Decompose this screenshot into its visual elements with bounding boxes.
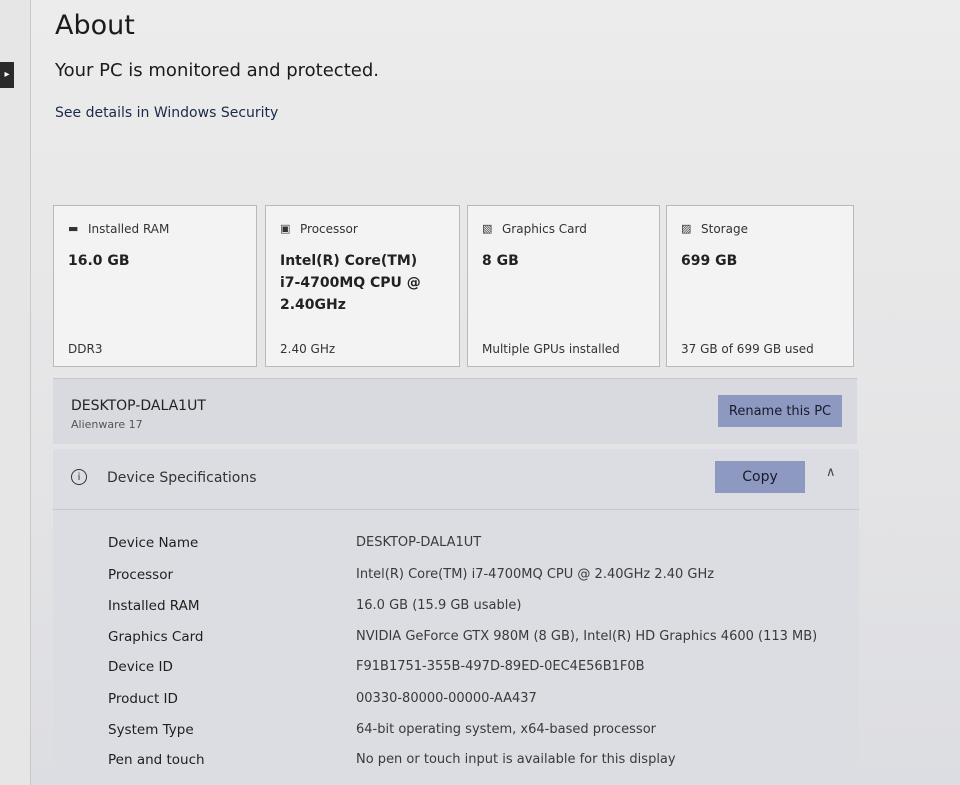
device-specifications-title: Device Specifications [107,470,257,486]
spec-value: No pen or touch input is available for t… [356,752,676,767]
spec-label: System Type [108,722,194,738]
card-value: 16.0 GB [68,253,130,269]
card-header: ▬ Installed RAM [68,222,169,236]
spec-value: NVIDIA GeForce GTX 980M (8 GB), Intel(R)… [356,629,818,644]
left-nav-edge [0,0,31,785]
page-title: About [55,10,135,41]
pc-name: DESKTOP-DALA1UT [71,398,206,414]
spec-label: Processor [108,567,174,583]
spec-label: Installed RAM [108,598,200,614]
card-foot: 2.40 GHz [280,342,336,356]
device-specifications-panel: i Device Specifications Copy ∧ Device Na… [53,449,859,785]
device-specifications-header[interactable]: i Device Specifications Copy ∧ [53,449,859,510]
protection-status: Your PC is monitored and protected. [55,60,379,81]
spec-label: Device ID [108,659,173,675]
spec-label: Pen and touch [108,752,205,768]
spec-value: DESKTOP-DALA1UT [356,535,482,550]
spec-label: Product ID [108,691,178,707]
spec-value: 00330-80000-00000-AA437 [356,691,537,706]
card-header: ▣ Processor [280,222,358,236]
spec-row-graphics-card: Graphics Card NVIDIA GeForce GTX 980M (8… [53,629,859,659]
info-icon: i [71,469,87,485]
graphics-card-icon: ▧ [482,222,493,235]
pc-name-panel: DESKTOP-DALA1UT Alienware 17 Rename this… [53,378,857,444]
copy-button[interactable]: Copy [715,461,805,493]
card-installed-ram: ▬ Installed RAM 16.0 GB DDR3 [53,205,257,367]
spec-label: Device Name [108,535,199,551]
spec-value: 16.0 GB (15.9 GB usable) [356,598,522,613]
spec-row-system-type: System Type 64-bit operating system, x64… [53,722,859,752]
card-foot: 37 GB of 699 GB used [681,342,814,356]
processor-icon: ▣ [280,222,291,235]
spec-row-processor: Processor Intel(R) Core(TM) i7-4700MQ CP… [53,567,859,597]
card-value: 8 GB [482,253,519,269]
card-value: Intel(R) Core(TM) i7-4700MQ CPU @ 2.40GH… [280,253,421,313]
card-foot: DDR3 [68,342,103,356]
chevron-up-icon[interactable]: ∧ [826,465,836,480]
card-label: Installed RAM [88,222,170,236]
card-label: Storage [701,222,748,236]
storage-icon: ▨ [681,222,692,235]
pc-model: Alienware 17 [71,418,143,431]
spec-row-installed-ram: Installed RAM 16.0 GB (15.9 GB usable) [53,598,859,628]
card-label: Processor [300,222,358,236]
card-header: ▧ Graphics Card [482,222,587,236]
card-header: ▨ Storage [681,222,748,236]
nav-expand-icon[interactable]: ▸ [0,62,14,88]
card-foot: Multiple GPUs installed [482,342,620,356]
spec-row-device-id: Device ID F91B1751-355B-497D-89ED-0EC4E5… [53,659,859,689]
card-processor: ▣ Processor Intel(R) Core(TM) i7-4700MQ … [265,205,460,367]
spec-row-pen-and-touch: Pen and touch No pen or touch input is a… [53,752,859,782]
card-storage: ▨ Storage 699 GB 37 GB of 699 GB used [666,205,854,367]
spec-value: 64-bit operating system, x64-based proce… [356,722,656,737]
card-graphics: ▧ Graphics Card 8 GB Multiple GPUs insta… [467,205,660,367]
spec-label: Graphics Card [108,629,204,645]
spec-value: F91B1751-355B-497D-89ED-0EC4E56B1F0B [356,659,645,674]
ram-icon: ▬ [68,222,79,235]
spec-row-device-name: Device Name DESKTOP-DALA1UT [53,535,859,565]
windows-security-link[interactable]: See details in Windows Security [55,105,278,121]
rename-pc-button[interactable]: Rename this PC [718,395,842,427]
spec-row-product-id: Product ID 00330-80000-00000-AA437 [53,691,859,721]
card-label: Graphics Card [502,222,587,236]
spec-value: Intel(R) Core(TM) i7-4700MQ CPU @ 2.40GH… [356,567,715,582]
card-value: 699 GB [681,253,738,269]
